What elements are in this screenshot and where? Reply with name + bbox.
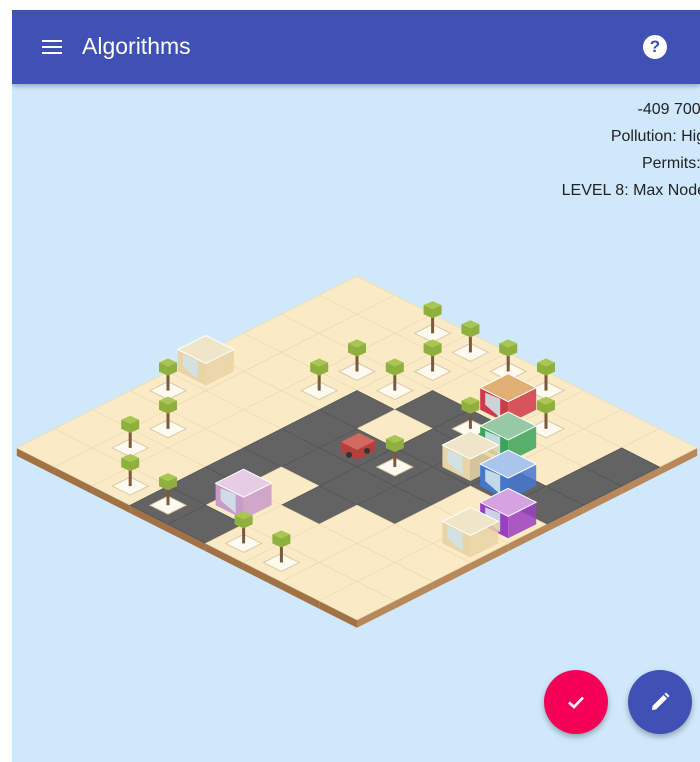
stats-panel: -409 700 € Pollution: High Permits: 5 LE… <box>562 96 700 204</box>
permits-readout: Permits: 5 <box>641 155 700 172</box>
pollution-readout: Pollution: High <box>610 128 700 145</box>
confirm-button[interactable] <box>544 670 608 734</box>
level-readout: LEVEL 8: Max Nodes <box>561 182 700 199</box>
money-readout: -409 700 € <box>637 101 700 118</box>
game-viewport: Algorithms ? -409 700 € Pollution: High … <box>12 10 700 762</box>
pencil-icon <box>652 692 670 710</box>
help-icon[interactable]: ? <box>643 35 667 59</box>
car-wheel <box>346 451 352 458</box>
edit-button[interactable] <box>628 670 692 734</box>
app-title: Algorithms <box>82 33 191 59</box>
check-icon <box>568 696 584 709</box>
menu-icon[interactable] <box>40 35 64 59</box>
app-bar: Algorithms ? <box>12 10 700 84</box>
car-wheel <box>364 447 370 454</box>
